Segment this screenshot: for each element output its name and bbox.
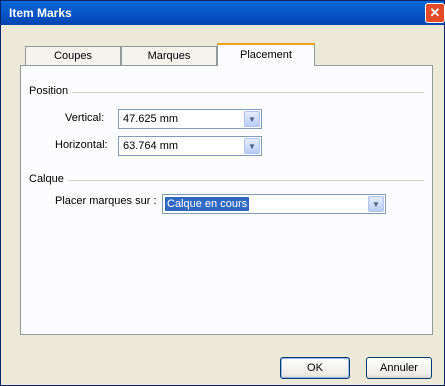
placer-marques-combo[interactable]: Calque en cours ▼ [162,194,386,214]
vertical-label: Vertical: [65,112,105,124]
tab-coupes[interactable]: Coupes [25,46,121,65]
position-section-label: Position [29,85,73,97]
tab-marques[interactable]: Marques [121,46,217,65]
vertical-value: 47.625 mm [123,113,179,125]
title-bar[interactable]: Item Marks ✕ [1,1,445,25]
window-title: Item Marks [9,6,72,20]
placer-marques-value: Calque en cours [165,197,250,211]
horizontal-value: 63.764 mm [123,140,179,152]
horizontal-combo[interactable]: 63.764 mm ▼ [118,136,262,156]
placer-marques-label: Placer marques sur : [55,195,157,207]
chevron-down-icon[interactable]: ▼ [244,111,260,127]
annuler-button[interactable]: Annuler [366,357,432,379]
close-button[interactable]: ✕ [425,3,445,23]
calque-divider [29,180,424,181]
calque-section-label: Calque [29,173,68,185]
close-icon: ✕ [429,5,441,20]
tab-placement[interactable]: Placement [217,43,315,66]
item-marks-dialog: Item Marks ✕ Coupes Marques Placement Po… [0,0,445,386]
horizontal-label: Horizontal: [55,139,108,151]
chevron-down-icon[interactable]: ▼ [244,138,260,154]
tab-panel-placement: Position Vertical: 47.625 mm ▼ Horizonta… [20,65,433,335]
vertical-combo[interactable]: 47.625 mm ▼ [118,109,262,129]
position-divider [29,92,424,93]
ok-button[interactable]: OK [280,357,350,379]
chevron-down-icon[interactable]: ▼ [368,196,384,212]
